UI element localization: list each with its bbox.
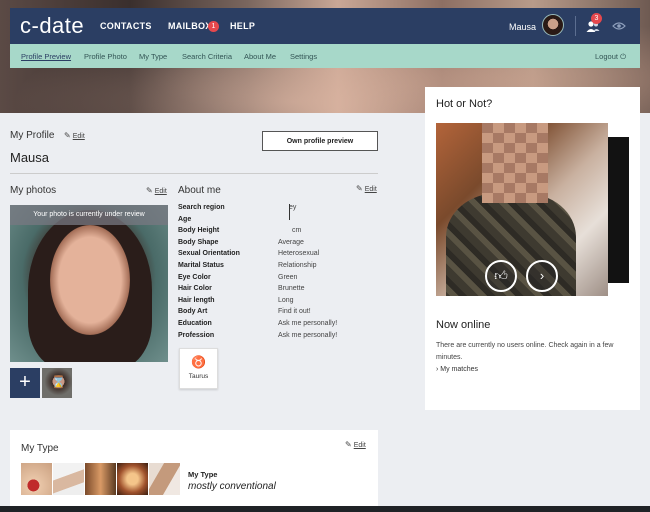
pencil-icon: ✎ bbox=[345, 440, 352, 449]
own-profile-preview-button[interactable]: Own profile preview bbox=[262, 131, 378, 151]
nav-help[interactable]: HELP bbox=[230, 21, 255, 31]
chevron-right-icon: › bbox=[436, 366, 439, 373]
about-row-value: Brunette bbox=[278, 285, 305, 292]
about-row-label: Eye Color bbox=[178, 274, 211, 281]
about-me-heading: About me bbox=[178, 185, 221, 196]
about-row-value: Heterosexual bbox=[278, 250, 320, 257]
now-online-heading: Now online bbox=[436, 319, 491, 331]
tab-profile-preview[interactable]: Profile Preview bbox=[21, 52, 71, 61]
hot-or-not-photo[interactable] bbox=[436, 123, 608, 296]
chevron-right-icon: › bbox=[539, 268, 545, 283]
photo-face bbox=[50, 225, 130, 335]
about-row-label: Body Art bbox=[178, 308, 208, 315]
pencil-icon: ✎ bbox=[356, 184, 363, 193]
about-row-value: Long bbox=[278, 297, 294, 304]
nav-mailbox[interactable]: MAILBOX bbox=[168, 21, 212, 31]
about-row-label: Hair Color bbox=[178, 285, 212, 292]
sub-navigation-bar: Profile Preview Profile Photo My Type Se… bbox=[10, 44, 640, 68]
like-button[interactable]: 👍︎ bbox=[485, 260, 517, 292]
nav-contacts[interactable]: CONTACTS bbox=[100, 21, 152, 31]
top-navigation-bar: c-date CONTACTS MAILBOX 1 HELP Mausa 3 bbox=[10, 8, 640, 44]
about-row-label: Age bbox=[178, 216, 192, 223]
friends-badge: 3 bbox=[591, 13, 602, 24]
os-taskbar bbox=[0, 506, 650, 512]
my-type-heading: My Type bbox=[21, 443, 59, 454]
divider bbox=[575, 16, 576, 36]
hourglass-icon: ⌛ bbox=[51, 375, 66, 389]
edit-my-type-link[interactable]: ✎ Edit bbox=[345, 440, 366, 449]
my-matches-link[interactable]: › My matches bbox=[436, 366, 478, 373]
type-image[interactable] bbox=[117, 463, 148, 495]
tab-my-type[interactable]: My Type bbox=[139, 52, 167, 61]
about-row-value: Relationship bbox=[278, 262, 317, 269]
my-type-value: mostly conventional bbox=[188, 481, 276, 492]
about-row-label: Marital Status bbox=[178, 262, 224, 269]
type-image[interactable] bbox=[21, 463, 52, 495]
plus-icon: + bbox=[19, 371, 31, 393]
hot-or-not-heading: Hot or Not? bbox=[436, 98, 493, 110]
about-row-value: Ask me personally! bbox=[278, 332, 338, 339]
about-row-label: Body Height bbox=[178, 227, 220, 234]
about-row-label: Education bbox=[178, 320, 212, 327]
about-row-label: Sexual Orientation bbox=[178, 250, 240, 257]
edit-profile-link[interactable]: ✎ Edit bbox=[64, 131, 85, 140]
next-card-stack bbox=[608, 137, 629, 283]
pixelated-face bbox=[482, 123, 548, 203]
avatar[interactable] bbox=[542, 14, 564, 36]
now-online-text: There are currently no users online. Che… bbox=[436, 342, 614, 361]
edit-about-link[interactable]: ✎ Edit bbox=[356, 184, 377, 193]
power-icon: ⏻ bbox=[620, 52, 626, 61]
photo-thumbnail[interactable]: ⌛ bbox=[42, 368, 72, 398]
profile-name: Mausa bbox=[10, 150, 50, 165]
edit-photos-link[interactable]: ✎ Edit bbox=[146, 186, 167, 195]
about-row-label: Hair length bbox=[178, 297, 215, 304]
mailbox-badge: 1 bbox=[208, 21, 219, 32]
pencil-icon: ✎ bbox=[64, 131, 71, 140]
my-photos-heading: My photos bbox=[10, 185, 57, 196]
about-row-value: Ask me personally! bbox=[278, 320, 338, 327]
about-row-value: Find it out! bbox=[278, 308, 311, 315]
about-row-value: cm bbox=[292, 227, 302, 234]
about-row-value: Green bbox=[278, 274, 298, 281]
tab-settings[interactable]: Settings bbox=[290, 52, 317, 61]
divider bbox=[10, 173, 378, 174]
thumbs-up-icon: 👍︎ bbox=[494, 268, 508, 283]
about-row-label: Profession bbox=[178, 332, 215, 339]
eye-icon[interactable] bbox=[612, 21, 626, 31]
type-image[interactable] bbox=[85, 463, 116, 495]
add-photo-button[interactable]: + bbox=[10, 368, 40, 398]
profile-photo[interactable]: Your photo is currently under review bbox=[10, 205, 168, 362]
about-row-label: Search region bbox=[178, 204, 225, 211]
about-row-value: ey bbox=[289, 204, 297, 211]
photo-review-notice: Your photo is currently under review bbox=[10, 205, 168, 225]
next-button[interactable]: › bbox=[526, 260, 558, 292]
text-cursor bbox=[289, 204, 290, 220]
taurus-icon: ♉ bbox=[191, 355, 206, 369]
tab-profile-photo[interactable]: Profile Photo bbox=[84, 52, 127, 61]
type-image[interactable] bbox=[149, 463, 180, 495]
about-row-value: Average bbox=[278, 239, 304, 246]
tab-search-criteria[interactable]: Search Criteria bbox=[182, 52, 232, 61]
type-image[interactable] bbox=[53, 463, 84, 495]
pencil-icon: ✎ bbox=[146, 186, 153, 195]
about-row-label: Body Shape bbox=[178, 239, 219, 246]
c-date-logo[interactable]: c-date bbox=[20, 13, 84, 39]
zodiac-badge: ♉ Taurus bbox=[179, 348, 218, 389]
username[interactable]: Mausa bbox=[509, 22, 536, 32]
zodiac-label: Taurus bbox=[188, 373, 209, 380]
my-type-label: My Type bbox=[188, 470, 218, 479]
logout-button[interactable]: Logout ⏻ bbox=[595, 52, 626, 62]
my-profile-heading: My Profile bbox=[10, 130, 55, 141]
tab-about-me[interactable]: About Me bbox=[244, 52, 276, 61]
